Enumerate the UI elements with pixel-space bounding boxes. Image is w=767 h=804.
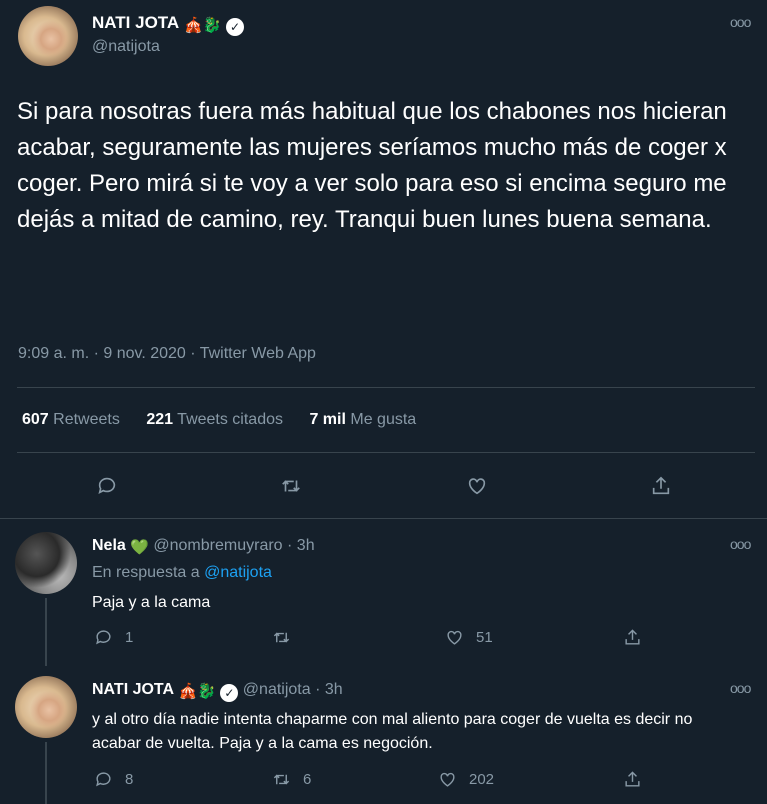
heart-icon	[447, 630, 462, 645]
share-button[interactable]	[623, 628, 642, 647]
reply-icon	[98, 477, 116, 494]
retweets-count: 607	[22, 411, 49, 428]
green-heart-icon: 💚	[130, 539, 149, 556]
reply-time[interactable]: 3h	[325, 681, 343, 698]
heart-icon	[468, 478, 486, 495]
share-button[interactable]	[650, 475, 672, 497]
quotes-stat[interactable]: 221 Tweets citados	[146, 411, 283, 428]
reply-text: Paja y a la cama	[92, 594, 211, 611]
likes-label: Me gusta	[350, 411, 417, 428]
retweet-button[interactable]	[272, 628, 303, 647]
share-icon	[625, 771, 640, 787]
more-icon[interactable]: ooo	[730, 536, 751, 552]
name-emojis: 🎪🐉	[178, 683, 216, 700]
main-handle[interactable]: @natijota	[92, 38, 160, 56]
divider	[17, 387, 755, 388]
reply-button[interactable]	[96, 475, 118, 497]
separator-dot: ·	[315, 681, 321, 698]
retweet-icon	[273, 774, 290, 785]
quotes-count: 221	[146, 411, 174, 428]
reply-author-row: Nela 💚 @nombremuyraro · 3h	[92, 536, 315, 558]
reply-count: 8	[125, 771, 134, 788]
in-reply-label: En respuesta a	[92, 564, 200, 581]
share-icon	[625, 629, 640, 645]
divider	[0, 518, 767, 519]
reply-display-name[interactable]: Nela	[92, 537, 126, 554]
reply-handle[interactable]: @nombremuyraro	[153, 537, 282, 554]
like-count: 202	[469, 771, 495, 788]
quotes-label: Tweets citados	[177, 411, 283, 428]
retweets-stat[interactable]: 607 Retweets	[22, 411, 120, 428]
retweet-icon	[282, 480, 300, 492]
like-button[interactable]: 202	[438, 770, 494, 789]
reply-time[interactable]: 3h	[297, 537, 315, 554]
reply-button[interactable]: 8	[94, 770, 133, 789]
retweet-icon	[273, 632, 290, 643]
main-tweet-text: Si para nosotras fuera más habitual que …	[17, 98, 727, 233]
thread-line	[45, 742, 47, 804]
reply-count: 1	[125, 629, 134, 646]
reply-text: y al otro día nadie intenta chaparme con…	[92, 711, 693, 752]
retweet-button[interactable]	[280, 475, 302, 497]
share-icon	[652, 476, 670, 495]
reply-avatar[interactable]	[15, 676, 77, 738]
main-tweet-meta[interactable]: 9:09 a. m. · 9 nov. 2020 · Twitter Web A…	[18, 345, 316, 363]
like-button[interactable]: 51	[445, 628, 493, 647]
main-author-row: NATI JOTA 🎪🐉 ✓	[92, 12, 245, 37]
in-reply-handle-link[interactable]: @natijota	[204, 564, 272, 581]
retweet-count: 6	[303, 771, 312, 788]
verified-badge-icon: ✓	[220, 684, 239, 702]
retweets-label: Retweets	[53, 411, 120, 428]
main-display-name[interactable]: NATI JOTA	[92, 13, 179, 32]
more-icon[interactable]: ooo	[730, 14, 751, 30]
reply-display-name[interactable]: NATI JOTA	[92, 681, 174, 698]
reply-icon	[96, 772, 111, 787]
reply-icon	[96, 630, 111, 645]
like-button[interactable]	[466, 475, 488, 497]
reply-handle[interactable]: @natijota	[243, 681, 311, 698]
verified-badge-icon: ✓	[226, 18, 245, 36]
separator-dot: ·	[287, 537, 293, 554]
stats-row: 607 Retweets 221 Tweets citados 7 mil Me…	[22, 411, 416, 429]
reply-author-row: NATI JOTA 🎪🐉 ✓ @natijota · 3h	[92, 680, 343, 702]
reply-avatar[interactable]	[15, 532, 77, 594]
divider	[17, 452, 755, 453]
likes-stat[interactable]: 7 mil Me gusta	[309, 411, 416, 428]
more-icon[interactable]: ooo	[730, 680, 751, 696]
main-name-emojis: 🎪🐉	[183, 17, 222, 34]
heart-icon	[440, 772, 455, 787]
likes-count: 7 mil	[309, 411, 346, 428]
reply-button[interactable]: 1	[94, 628, 133, 647]
in-reply-to: En respuesta a @natijota	[92, 564, 272, 582]
share-button[interactable]	[623, 770, 642, 789]
thread-line	[45, 598, 47, 666]
like-count: 51	[476, 629, 493, 646]
retweet-button[interactable]: 6	[272, 770, 311, 789]
main-avatar[interactable]	[18, 6, 78, 66]
